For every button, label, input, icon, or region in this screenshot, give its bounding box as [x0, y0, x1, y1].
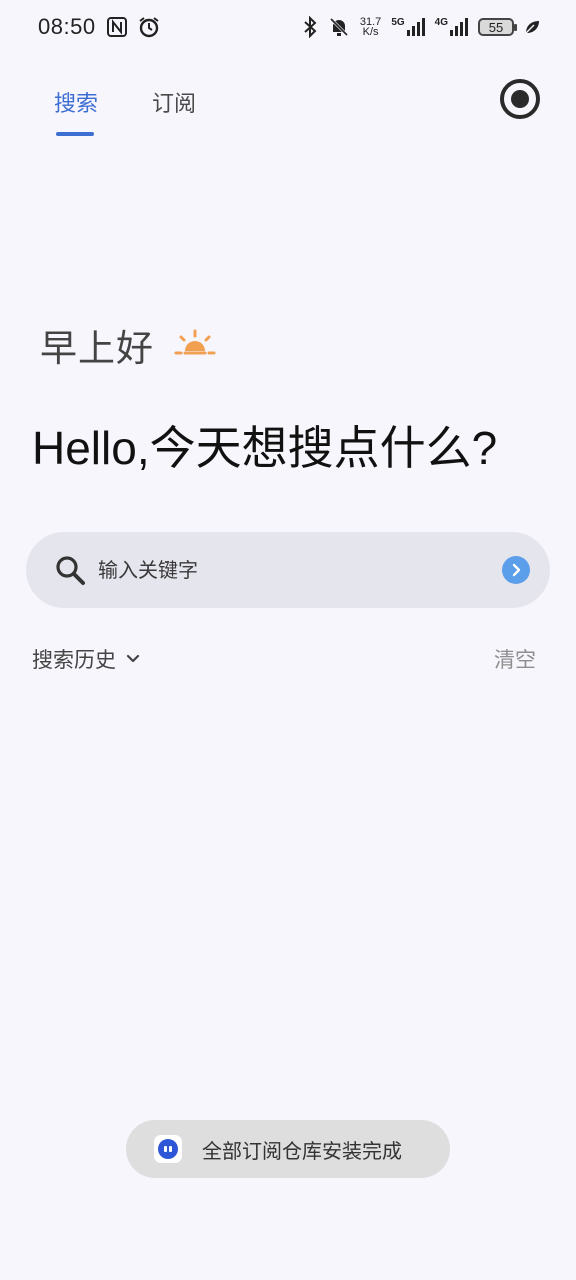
search-bar[interactable] [26, 532, 550, 608]
network-speed-unit: K/s [362, 26, 379, 38]
clear-history-button[interactable]: 清空 [494, 644, 536, 674]
headline: Hello,今天想搜点什么? [32, 422, 498, 474]
signal-4g: 4G [435, 18, 468, 36]
search-history-toggle[interactable]: 搜索历史 [32, 644, 140, 674]
search-input[interactable] [98, 558, 502, 582]
status-right: 31.7 K/s 5G 4G 55 [302, 16, 540, 38]
toast-text: 全部订阅仓库安装完成 [202, 1138, 402, 1163]
search-icon [54, 554, 86, 586]
search-go-button[interactable] [502, 556, 530, 584]
search-history-label: 搜索历史 [32, 648, 116, 672]
toast: 全部订阅仓库安装完成 [126, 1120, 450, 1178]
search-history-row: 搜索历史 清空 [32, 644, 536, 674]
network-type-5g: 5G [391, 17, 405, 28]
mute-icon [328, 16, 350, 38]
alarm-icon [138, 16, 160, 38]
sunrise-icon [174, 329, 216, 361]
greeting-text: 早上好 [40, 327, 154, 370]
tab-search[interactable]: 搜索 [54, 86, 98, 118]
network-type-4g: 4G [434, 17, 448, 28]
status-bar: 08:50 31.7 K/s 5G 4G 55 [0, 0, 576, 54]
top-tab-bar: 搜索 订阅 [0, 70, 576, 140]
record-button[interactable] [500, 79, 540, 119]
screen: 08:50 31.7 K/s 5G 4G 55 搜索 订阅 早上好 Hello,… [0, 0, 576, 1280]
nfc-icon [106, 16, 128, 38]
tab-indicator [56, 132, 94, 136]
tab-subscribe[interactable]: 订阅 [152, 86, 196, 118]
status-left: 08:50 [38, 14, 160, 40]
signal-5g: 5G [391, 17, 425, 36]
leaf-icon [524, 19, 540, 35]
battery-indicator: 55 [478, 18, 517, 36]
network-speed: 31.7 K/s [360, 17, 381, 38]
status-time: 08:50 [38, 14, 96, 39]
bluetooth-icon [302, 16, 318, 38]
chevron-right-icon [512, 563, 521, 577]
greeting: 早上好 [40, 318, 216, 372]
chevron-down-icon [126, 654, 140, 663]
record-icon [511, 90, 529, 108]
app-icon [154, 1135, 182, 1163]
signal-bars-icon [406, 18, 425, 36]
signal-bars-icon [450, 18, 468, 36]
